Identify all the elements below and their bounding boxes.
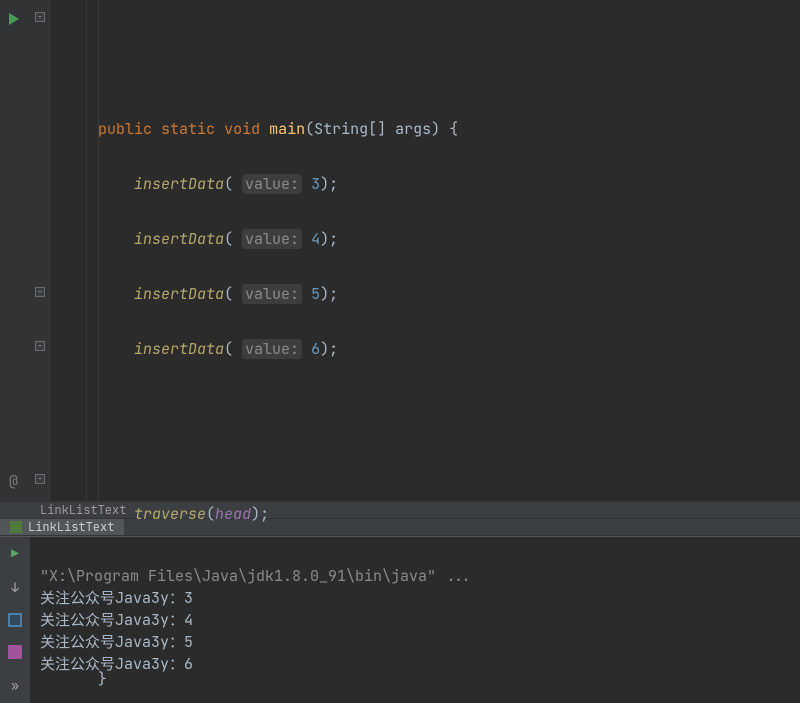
fold-icon[interactable]: −	[35, 341, 45, 351]
param-hint: value:	[242, 339, 302, 359]
editor-gutter: − − − @ −	[0, 0, 50, 501]
param-hint: value:	[242, 229, 302, 249]
keyword: static	[161, 119, 215, 139]
method-call: traverse	[134, 504, 206, 524]
code-text: (String[] args) {	[305, 119, 458, 139]
run-config-icon	[10, 521, 22, 533]
param-hint: value:	[242, 284, 302, 304]
keyword: public	[98, 119, 152, 139]
method-call: insertData	[134, 174, 224, 194]
number: 3	[311, 174, 320, 194]
brace: }	[98, 669, 107, 689]
method-call: insertData	[134, 284, 224, 304]
code-editor[interactable]: − − − @ − public static void main(String…	[0, 0, 800, 501]
variable: head	[215, 504, 251, 524]
stop-icon[interactable]: ↓	[7, 579, 23, 595]
fold-icon[interactable]: −	[35, 474, 45, 484]
method-name: main	[269, 119, 305, 139]
fold-icon[interactable]: −	[35, 287, 45, 297]
layout-icon[interactable]	[8, 613, 22, 627]
method-call: insertData	[134, 229, 224, 249]
fold-icon[interactable]: −	[35, 12, 45, 22]
param-hint: value:	[242, 174, 302, 194]
toggle-icon[interactable]	[8, 645, 22, 659]
rerun-icon[interactable]: ▶	[7, 545, 23, 561]
run-toolbar: ▶ ↓ »	[0, 537, 30, 703]
number: 4	[311, 229, 320, 249]
keyword: void	[224, 119, 260, 139]
number: 5	[311, 284, 320, 304]
method-call: insertData	[134, 339, 224, 359]
more-icon[interactable]: »	[7, 677, 23, 693]
code-area[interactable]: public static void main(String[] args) {…	[50, 0, 800, 501]
number: 6	[311, 339, 320, 359]
